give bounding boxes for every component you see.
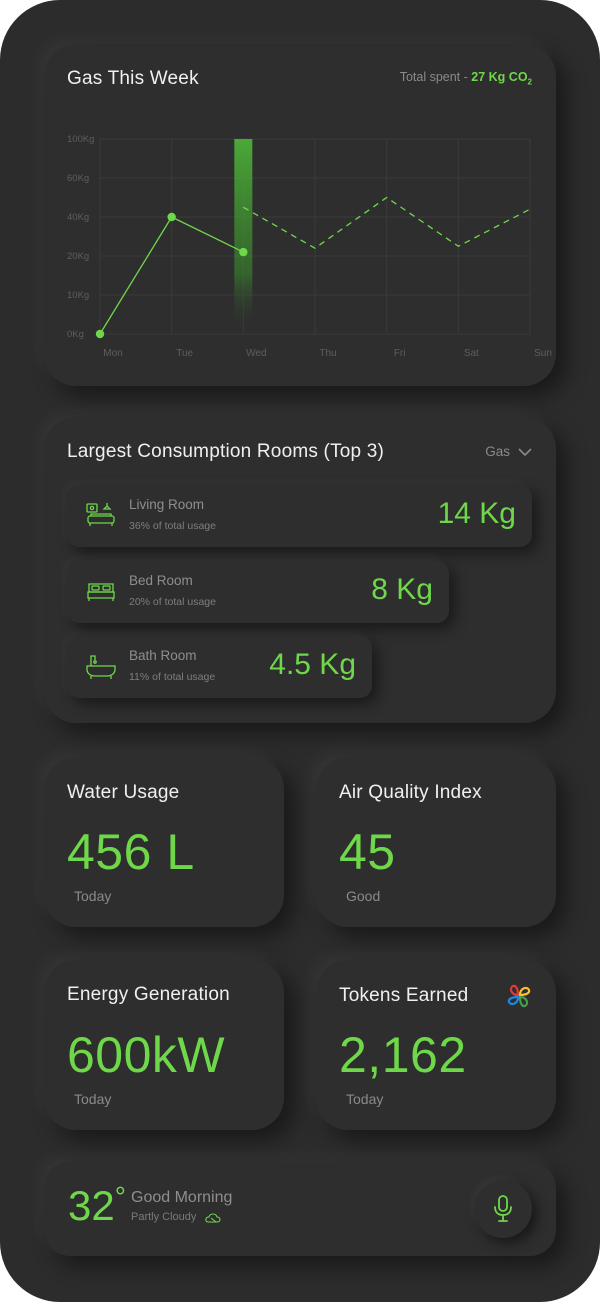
room-item-bath-room[interactable]: Bath Room 11% of total usage 4.5 Kg bbox=[67, 636, 372, 698]
weather-greeting-bar: 32° Good Morning Partly Cloudy bbox=[44, 1162, 556, 1256]
gas-line-chart: 100Kg 60Kg 40Kg 20Kg 10Kg 0Kg Mon Tue Wed Thu Fri S… bbox=[67, 134, 552, 359]
tokens-earned-value: 2,162 bbox=[339, 1027, 467, 1083]
x-tick-label: Sun bbox=[534, 348, 552, 359]
weather-condition-text: Partly Cloudy bbox=[131, 1211, 197, 1223]
rooms-filter-dropdown[interactable]: Gas bbox=[485, 444, 532, 459]
x-tick-label: Sat bbox=[464, 348, 479, 359]
app-screen: Gas This Week Total spent - 27 Kg CO2 10… bbox=[0, 0, 600, 1302]
water-usage-card[interactable]: Water Usage 456 L Today bbox=[44, 757, 284, 927]
air-quality-card[interactable]: Air Quality Index 45 Good bbox=[316, 757, 556, 927]
chevron-down-icon bbox=[518, 447, 532, 456]
water-usage-title: Water Usage bbox=[67, 782, 180, 803]
room-value: 14 Kg bbox=[437, 497, 516, 530]
room-value: 8 Kg bbox=[371, 573, 433, 606]
bathtub-icon bbox=[86, 655, 116, 679]
bed-icon bbox=[87, 583, 115, 601]
data-point bbox=[167, 212, 176, 222]
y-tick-label: 10Kg bbox=[67, 290, 89, 301]
air-quality-value: 45 bbox=[339, 824, 396, 880]
room-usage-percent: 11% of total usage bbox=[129, 671, 216, 683]
microphone-button[interactable] bbox=[474, 1180, 532, 1238]
y-tick-label: 0Kg bbox=[67, 329, 84, 340]
x-tick-label: Mon bbox=[103, 348, 122, 359]
greeting-text: Good Morning bbox=[131, 1189, 233, 1206]
temperature-value: 32 bbox=[68, 1182, 115, 1229]
tokens-earned-period: Today bbox=[346, 1091, 384, 1107]
data-point bbox=[239, 247, 248, 257]
energy-generation-card[interactable]: Energy Generation 600kW Today bbox=[44, 960, 284, 1130]
rooms-card-title: Largest Consumption Rooms (Top 3) bbox=[67, 441, 385, 462]
room-usage-percent: 20% of total usage bbox=[129, 596, 216, 608]
x-tick-label: Tue bbox=[176, 348, 193, 359]
room-item-living-room[interactable]: Living Room 36% of total usage 14 Kg bbox=[67, 485, 532, 547]
room-value: 4.5 Kg bbox=[269, 648, 356, 681]
x-tick-label: Thu bbox=[319, 348, 336, 359]
living-room-icon bbox=[86, 503, 115, 526]
degree-symbol: ° bbox=[114, 1181, 126, 1212]
data-point bbox=[95, 329, 105, 339]
room-item-bed-room[interactable]: Bed Room 20% of total usage 8 Kg bbox=[67, 561, 449, 623]
energy-generation-period: Today bbox=[74, 1091, 112, 1107]
microphone-icon bbox=[494, 1195, 512, 1222]
x-tick-label: Wed bbox=[246, 348, 266, 359]
energy-generation-value: 600kW bbox=[67, 1027, 226, 1083]
air-quality-status: Good bbox=[346, 888, 381, 904]
tokens-earned-card[interactable]: Tokens Earned 2,162 Today bbox=[316, 960, 556, 1130]
gas-chart-card: Gas This Week Total spent - 27 Kg CO2 10… bbox=[44, 44, 556, 386]
y-tick-label: 60Kg bbox=[67, 173, 89, 184]
water-usage-period: Today bbox=[74, 888, 112, 904]
room-name: Living Room bbox=[129, 497, 205, 512]
water-usage-value: 456 L bbox=[67, 824, 195, 880]
room-usage-percent: 36% of total usage bbox=[129, 520, 216, 532]
partly-cloudy-icon bbox=[205, 1213, 221, 1223]
temperature: 32° bbox=[68, 1181, 126, 1230]
highlight-bar-wed bbox=[234, 139, 253, 332]
room-name: Bath Room bbox=[129, 648, 197, 663]
x-tick-label: Fri bbox=[394, 348, 406, 359]
y-tick-label: 20Kg bbox=[67, 251, 89, 262]
room-name: Bed Room bbox=[129, 573, 193, 588]
air-quality-title: Air Quality Index bbox=[339, 782, 482, 803]
weather-condition: Partly Cloudy bbox=[131, 1211, 222, 1223]
energy-generation-title: Energy Generation bbox=[67, 984, 230, 1005]
y-tick-label: 40Kg bbox=[67, 212, 89, 223]
y-tick-label: 100Kg bbox=[67, 134, 94, 145]
tokens-earned-title: Tokens Earned bbox=[339, 985, 469, 1006]
rooms-card: Largest Consumption Rooms (Top 3) Gas Li… bbox=[44, 417, 556, 723]
rooms-filter-label: Gas bbox=[485, 444, 510, 459]
token-flower-icon bbox=[507, 984, 531, 1008]
